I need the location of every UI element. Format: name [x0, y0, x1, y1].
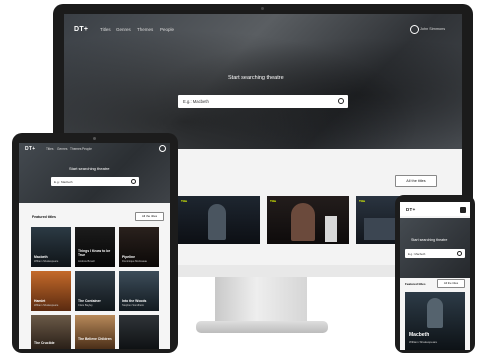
- tile-image: [325, 216, 337, 242]
- phone-logo[interactable]: DT+: [406, 207, 416, 212]
- phone-featured-label: Featured titles: [405, 282, 426, 286]
- search-icon[interactable]: [457, 251, 462, 256]
- tile-subtitle: Clare Bayley: [78, 304, 93, 307]
- tablet-camera: [93, 137, 96, 140]
- tablet-screen: DT+ Titles Genres Themes People Start se…: [19, 143, 170, 349]
- tile-tag: Title: [181, 199, 188, 203]
- tablet-tile[interactable]: Things I Know to be True Andrew Bovell: [75, 227, 115, 267]
- tile-image: [208, 204, 226, 240]
- tile-title: Macbeth: [34, 255, 48, 259]
- desktop-tile[interactable]: Title: [178, 196, 260, 244]
- tablet-tile[interactable]: Hamlet William Shakespeare: [31, 271, 71, 311]
- desktop-tile[interactable]: Title: [267, 196, 349, 244]
- tile-title: The Container: [78, 299, 101, 303]
- desktop-hero-image: [64, 14, 462, 149]
- phone-tile[interactable]: Macbeth William Shakespeare: [405, 292, 465, 350]
- tile-subtitle: William Shakespeare: [34, 304, 59, 307]
- tile-title: Into the Woods: [122, 299, 147, 303]
- menu-icon[interactable]: [460, 207, 466, 213]
- tile-image: [427, 298, 443, 328]
- search-icon[interactable]: [338, 98, 344, 104]
- desktop-search-title: Start searching theatre: [228, 75, 284, 81]
- desktop-search-placeholder: E.g.: Macbeth: [183, 99, 209, 104]
- phone-all-titles-button[interactable]: All the titles: [437, 279, 465, 288]
- tablet-hero-image: [19, 143, 170, 203]
- tile-subtitle: Andrew Bovell: [78, 260, 95, 263]
- tablet-tile[interactable]: [119, 315, 159, 349]
- tile-tag: Title: [270, 199, 277, 203]
- desktop-nav-genres[interactable]: Genres: [116, 27, 131, 32]
- phone-search-input[interactable]: E.g.: Macbeth: [405, 249, 465, 258]
- tile-title: The Crucible: [34, 341, 55, 345]
- tile-tag: Title: [359, 199, 366, 203]
- tablet-featured-label: Featured titles: [32, 215, 56, 219]
- tablet-search-input[interactable]: E.g.: Macbeth: [51, 177, 139, 186]
- tablet-tile[interactable]: Macbeth William Shakespeare: [31, 227, 71, 267]
- desktop-nav-people[interactable]: People: [160, 27, 174, 32]
- tablet-tile[interactable]: Pipeline Dominique Morisseau: [119, 227, 159, 267]
- tile-title: Hamlet: [34, 299, 46, 303]
- tile-subtitle: William Shakespeare: [409, 340, 438, 344]
- tile-subtitle: Stephen Sondheim: [122, 304, 145, 307]
- tablet-tile[interactable]: Into the Woods Stephen Sondheim: [119, 271, 159, 311]
- tablet-nav-people[interactable]: People: [82, 147, 92, 151]
- desktop-all-titles-button[interactable]: All the titles: [395, 175, 437, 187]
- phone-hero-image: [400, 218, 470, 278]
- tile-subtitle: Dominique Morisseau: [122, 260, 148, 263]
- monitor-stand-base: [196, 321, 328, 333]
- account-name[interactable]: John Simmons: [420, 27, 445, 31]
- phone-screen: DT+ Start searching theatre E.g.: Macbet…: [400, 202, 470, 350]
- desktop-nav-themes[interactable]: Themes: [137, 27, 153, 32]
- tile-title: Pipeline: [122, 255, 136, 259]
- tablet-search-placeholder: E.g.: Macbeth: [54, 180, 73, 184]
- tablet-tile[interactable]: The Container Clare Bayley: [75, 271, 115, 311]
- account-icon[interactable]: [159, 145, 166, 152]
- tablet-tile[interactable]: The Crucible: [31, 315, 71, 349]
- tablet-nav-titles[interactable]: Titles: [46, 147, 54, 151]
- tablet-nav-themes[interactable]: Themes: [70, 147, 82, 151]
- tablet-search-title: Start searching theatre: [69, 166, 110, 171]
- desktop-search-input[interactable]: E.g.: Macbeth: [178, 95, 348, 108]
- tile-image: [291, 203, 315, 241]
- search-icon[interactable]: [131, 179, 136, 184]
- tablet-all-titles-button[interactable]: All the titles: [135, 212, 164, 221]
- phone-search-placeholder: E.g.: Macbeth: [408, 252, 426, 256]
- tablet-nav-genres[interactable]: Genres: [57, 147, 67, 151]
- desktop-nav-titles[interactable]: Titles: [100, 27, 111, 32]
- tablet-tile[interactable]: The Believe Children: [75, 315, 115, 349]
- tile-title: The Believe Children: [78, 337, 112, 341]
- desktop-logo[interactable]: DT+: [74, 26, 88, 33]
- monitor-stand: [215, 277, 307, 323]
- phone-search-title: Start searching theatre: [411, 238, 448, 242]
- tablet-logo[interactable]: DT+: [25, 146, 36, 152]
- tile-title: Things I Know to be True: [78, 249, 111, 257]
- tile-subtitle: William Shakespeare: [34, 260, 59, 263]
- monitor-camera: [261, 7, 264, 10]
- account-icon[interactable]: [410, 25, 419, 34]
- tile-title: Macbeth: [409, 332, 430, 338]
